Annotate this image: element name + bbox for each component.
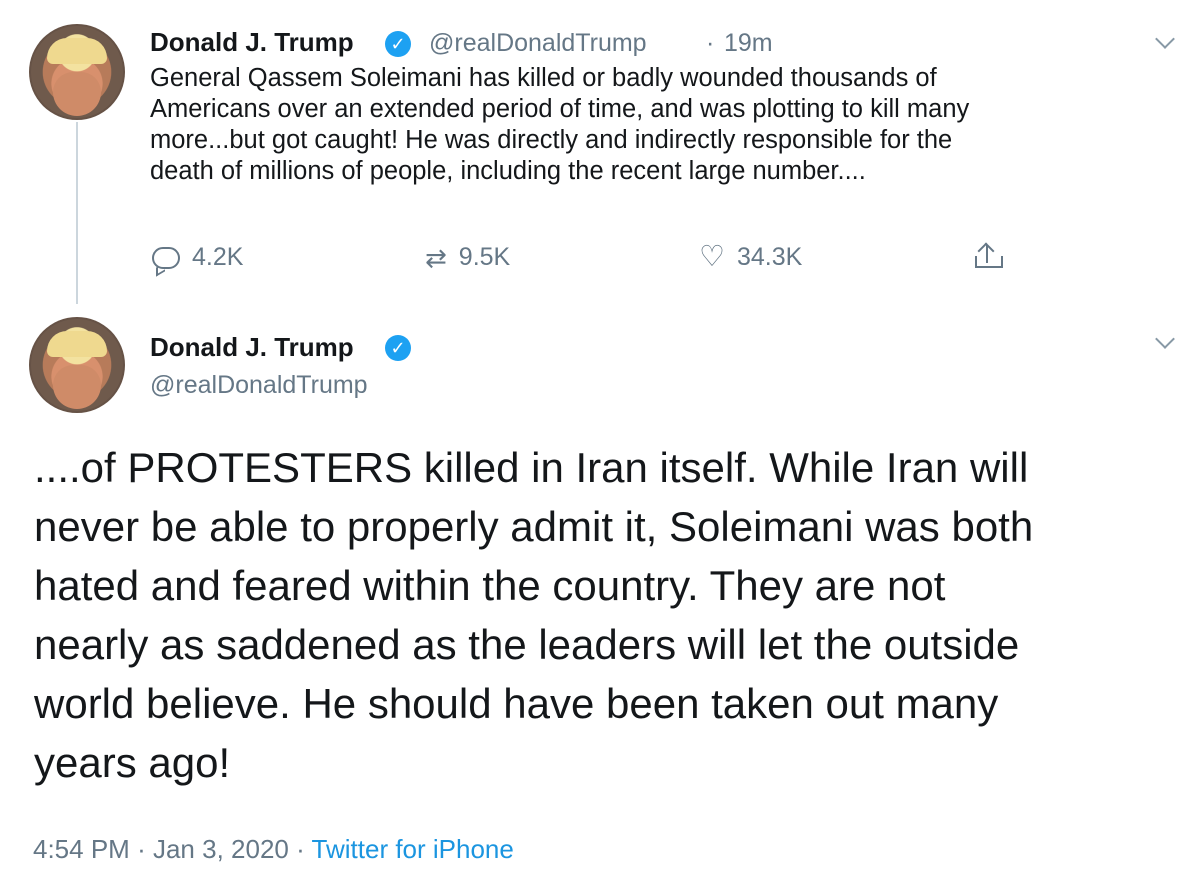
retweet-count: 9.5K (458, 243, 511, 271)
retweet-button[interactable]: ⇄ 9.5K (425, 243, 510, 272)
author-handle[interactable]: @realDonaldTrump (150, 371, 368, 400)
source-link[interactable]: Twitter for iPhone (312, 834, 514, 864)
author-name[interactable]: Donald J. Trump (150, 332, 354, 363)
reply-icon (152, 246, 180, 269)
chevron-down-icon[interactable] (1155, 329, 1175, 349)
heart-icon: ♡ (699, 241, 725, 273)
like-count: 34.3K (737, 243, 803, 271)
separator: · (137, 834, 146, 864)
like-button[interactable]: ♡ 34.3K (699, 243, 802, 272)
reply-count: 4.2K (192, 243, 244, 271)
separator: · (296, 834, 305, 864)
tweet-date[interactable]: Jan 3, 2020 (153, 834, 289, 864)
author-name[interactable]: Donald J. Trump (150, 27, 354, 58)
tweet-time[interactable]: 19m (724, 29, 773, 58)
retweet-icon: ⇄ (425, 242, 447, 273)
tweet-text: ....of PROTESTERS killed in Iran itself.… (34, 444, 1034, 786)
verified-badge-icon: ✓ (385, 31, 411, 57)
share-icon[interactable] (972, 242, 1003, 274)
reply-button[interactable]: 4.2K (152, 243, 243, 272)
tweet-meta: 4:54 PM · Jan 3, 2020 · Twitter for iPho… (33, 834, 514, 865)
tweet-first[interactable]: Donald J. Trump ✓ @realDonaldTrump · 19m… (0, 0, 1200, 304)
thread-line (76, 122, 78, 304)
avatar[interactable] (29, 24, 125, 120)
verified-badge-icon: ✓ (385, 335, 411, 361)
tweet-text: General Qassem Soleimani has killed or b… (150, 64, 970, 185)
avatar[interactable] (29, 317, 125, 413)
separator: · (706, 29, 715, 57)
tweet-time[interactable]: 4:54 PM (33, 834, 130, 864)
chevron-down-icon[interactable] (1155, 29, 1175, 49)
author-handle[interactable]: @realDonaldTrump (429, 29, 647, 58)
